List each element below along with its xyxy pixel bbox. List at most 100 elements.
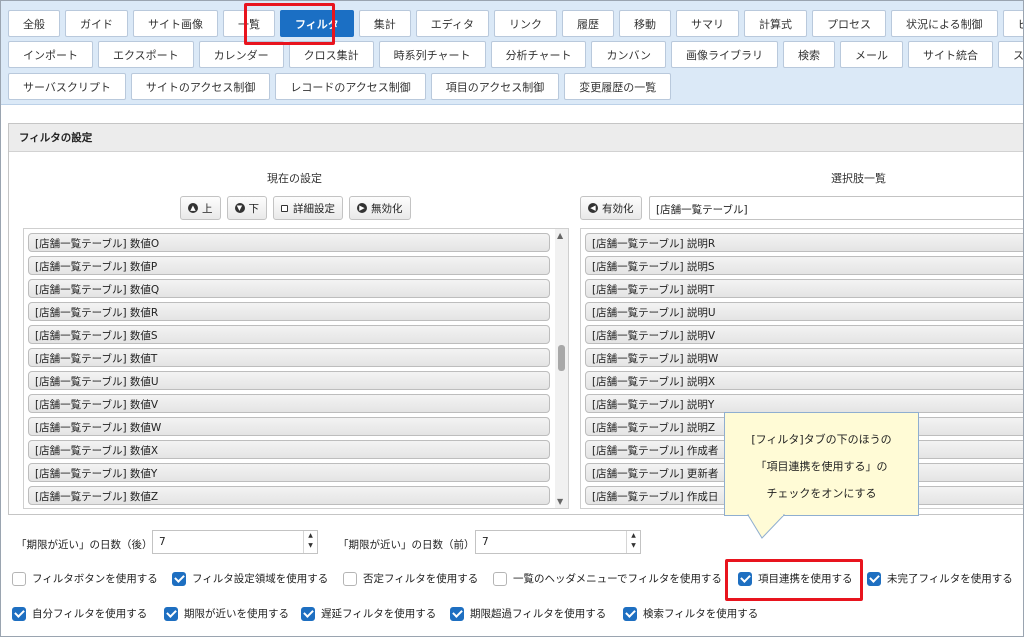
scroll-up-icon[interactable]: ▲ (557, 231, 563, 240)
tab-item[interactable]: 検索 (783, 41, 836, 68)
tab-item[interactable]: 時系列チャート (378, 41, 486, 68)
option-checkbox[interactable]: 否定フィルタを使用する (343, 571, 478, 586)
choice-list-item[interactable]: [店舗一覧テーブル] 説明X (585, 371, 1023, 390)
checkbox-icon[interactable] (450, 606, 464, 621)
choice-list-item[interactable]: [店舗一覧テーブル] 説明V (585, 325, 1023, 344)
option-label: 一覧のヘッダメニューでフィルタを使用する (513, 573, 722, 585)
choice-list-item[interactable]: [店舗一覧テーブル] 説明U (585, 302, 1023, 321)
tab-item[interactable]: カレンダー (198, 41, 284, 68)
spinner-arrows-icon[interactable]: ▲ ▼ (303, 531, 317, 553)
checkbox-icon[interactable] (172, 571, 186, 586)
option-checkbox[interactable]: 検索フィルタを使用する (623, 606, 758, 621)
table-select[interactable]: [店舗一覧テーブル] (649, 196, 1023, 220)
item-link-highlight (725, 559, 863, 601)
near-before-input[interactable]: 7 ▲ ▼ (475, 530, 641, 554)
tab-item[interactable]: 全般 (8, 10, 60, 37)
choice-list-item[interactable]: [店舗一覧テーブル] 説明Y (585, 394, 1023, 413)
detail-settings-button[interactable]: 詳細設定 (273, 196, 343, 220)
enable-button[interactable]: ◀ 有効化 (580, 196, 642, 220)
tab-item[interactable]: 分析チャート (490, 41, 587, 68)
tab-item[interactable]: 画像ライブラリ (671, 41, 779, 68)
option-checkbox[interactable]: フィルタ設定領域を使用する (172, 571, 328, 586)
scroll-thumb[interactable] (558, 345, 565, 371)
tab-item[interactable]: エディタ (415, 10, 490, 37)
current-list-item[interactable]: [店舗一覧テーブル] 数値W (28, 417, 550, 436)
tab-item[interactable]: 履歴 (562, 10, 615, 37)
tab-row-2: インポート エクスポート カレンダー クロス集計 時系列チャート 分析チャート カンバン 画像… (8, 41, 1023, 68)
current-list-item[interactable]: [店舗一覧テーブル] 数値S (28, 325, 550, 344)
current-list-item[interactable]: [店舗一覧テーブル] 数値V (28, 394, 550, 413)
arrow-up-icon: ▲ (188, 203, 198, 213)
filter-tab-highlight (244, 3, 335, 45)
near-after-input[interactable]: 7 ▲ ▼ (152, 530, 318, 554)
tab-item[interactable]: サイトのアクセス制御 (130, 73, 271, 100)
tab-item[interactable]: ガイド (65, 10, 128, 37)
option-checkbox[interactable]: 遅延フィルタを使用する (301, 606, 436, 621)
settings-square-icon (281, 204, 288, 212)
tab-item[interactable]: クロス集計 (288, 41, 374, 68)
checkbox-icon[interactable] (343, 571, 357, 586)
tab-row-1: 全般 ガイド サイト画像 一覧 フィルタ 集計 エディタ リンク 履歴 移動 サマリ 計算式 プロセス状… (8, 10, 1023, 37)
option-checkbox[interactable]: 一覧のヘッダメニューでフィルタを使用する (493, 571, 722, 586)
tab-item[interactable]: エクスポート (98, 41, 194, 68)
disable-button[interactable]: ▶ 無効化 (349, 196, 411, 220)
option-checkbox[interactable]: 自分フィルタを使用する (12, 606, 147, 621)
choice-list-item[interactable]: [店舗一覧テーブル] 説明R (585, 233, 1023, 252)
tab-item[interactable]: リンク (494, 10, 558, 37)
option-checkbox[interactable]: フィルタボタンを使用する (12, 571, 158, 586)
tab-item[interactable]: 項目のアクセス制御 (430, 73, 560, 100)
tab-item[interactable]: レコードのアクセス制御 (275, 73, 426, 100)
near-before-label: 「期限が近い」の日数（前） (338, 539, 475, 551)
tab-item[interactable]: サイト画像 (133, 10, 218, 37)
tab-item[interactable]: 集計 (358, 10, 411, 37)
tab-item[interactable]: サマリ (676, 10, 740, 37)
current-list-item[interactable]: [店舗一覧テーブル] 数値R (28, 302, 550, 321)
tab-item[interactable]: 変更履歴の一覧 (564, 73, 672, 100)
arrow-left-icon: ◀ (588, 203, 598, 213)
tab-item[interactable]: メール (840, 41, 904, 68)
option-label: 期限超過フィルタを使用する (470, 608, 607, 620)
callout-line-2: 「項目連携を使用する」の (755, 460, 888, 473)
tab-item[interactable]: サイト統合 (908, 41, 994, 68)
option-checkbox[interactable]: 期限が近いを使用する (164, 606, 289, 621)
current-list-scrollbar[interactable]: ▲ ▼ (555, 229, 568, 508)
tab-item[interactable]: ビュー (1002, 10, 1023, 37)
checkbox-icon[interactable] (164, 606, 178, 621)
tab-item[interactable]: スタイル (998, 41, 1023, 68)
tab-item[interactable]: インポート (8, 41, 93, 68)
current-list-item[interactable]: [店舗一覧テーブル] 数値Q (28, 279, 550, 298)
checkbox-icon[interactable] (623, 606, 637, 621)
tab-item[interactable]: 状況による制御 (891, 10, 998, 37)
checkbox-icon[interactable] (12, 606, 26, 621)
choice-list-item[interactable]: [店舗一覧テーブル] 説明W (585, 348, 1023, 367)
tab-item[interactable]: プロセス (812, 10, 887, 37)
checkbox-icon[interactable] (301, 606, 315, 621)
spinner-arrows-icon[interactable]: ▲ ▼ (626, 531, 640, 553)
checkbox-icon[interactable] (867, 571, 881, 586)
scroll-down-icon[interactable]: ▼ (557, 497, 563, 506)
option-checkbox[interactable]: 未完了フィルタを使用する (867, 571, 1013, 586)
choices-buttons: ◀ 有効化 (580, 196, 648, 220)
option-label: 期限が近いを使用する (184, 608, 289, 620)
current-list-item[interactable]: [店舗一覧テーブル] 数値X (28, 440, 550, 459)
checkbox-icon[interactable] (493, 571, 507, 586)
current-list-item[interactable]: [店舗一覧テーブル] 数値P (28, 256, 550, 275)
current-list-item[interactable]: [店舗一覧テーブル] 数値Y (28, 463, 550, 482)
current-list-item[interactable]: [店舗一覧テーブル] 数値Z (28, 486, 550, 505)
tab-item[interactable]: 計算式 (744, 10, 808, 37)
option-label: フィルタ設定領域を使用する (192, 573, 329, 585)
choice-list-item[interactable]: [店舗一覧テーブル] 説明T (585, 279, 1023, 298)
current-list-item[interactable]: [店舗一覧テーブル] 数値T (28, 348, 550, 367)
tab-item[interactable]: カンバン (591, 41, 667, 68)
option-checkbox[interactable]: 期限超過フィルタを使用する (450, 606, 606, 621)
checkbox-icon[interactable] (12, 571, 26, 586)
current-list-item[interactable]: [店舗一覧テーブル] 数値U (28, 371, 550, 390)
current-settings-list[interactable]: [店舗一覧テーブル] 数値O [店舗一覧テーブル] 数値P [店舗一覧テーブル] 数… (23, 228, 569, 509)
move-up-button[interactable]: ▲ 上 (180, 196, 221, 220)
tab-item[interactable]: サーバスクリプト (8, 73, 126, 100)
callout-line-3: チェックをオンにする (766, 487, 877, 500)
choice-list-item[interactable]: [店舗一覧テーブル] 説明S (585, 256, 1023, 275)
current-list-item[interactable]: [店舗一覧テーブル] 数値O (28, 233, 550, 252)
move-down-button[interactable]: ▼ 下 (226, 196, 267, 220)
tab-item[interactable]: 移動 (619, 10, 672, 37)
